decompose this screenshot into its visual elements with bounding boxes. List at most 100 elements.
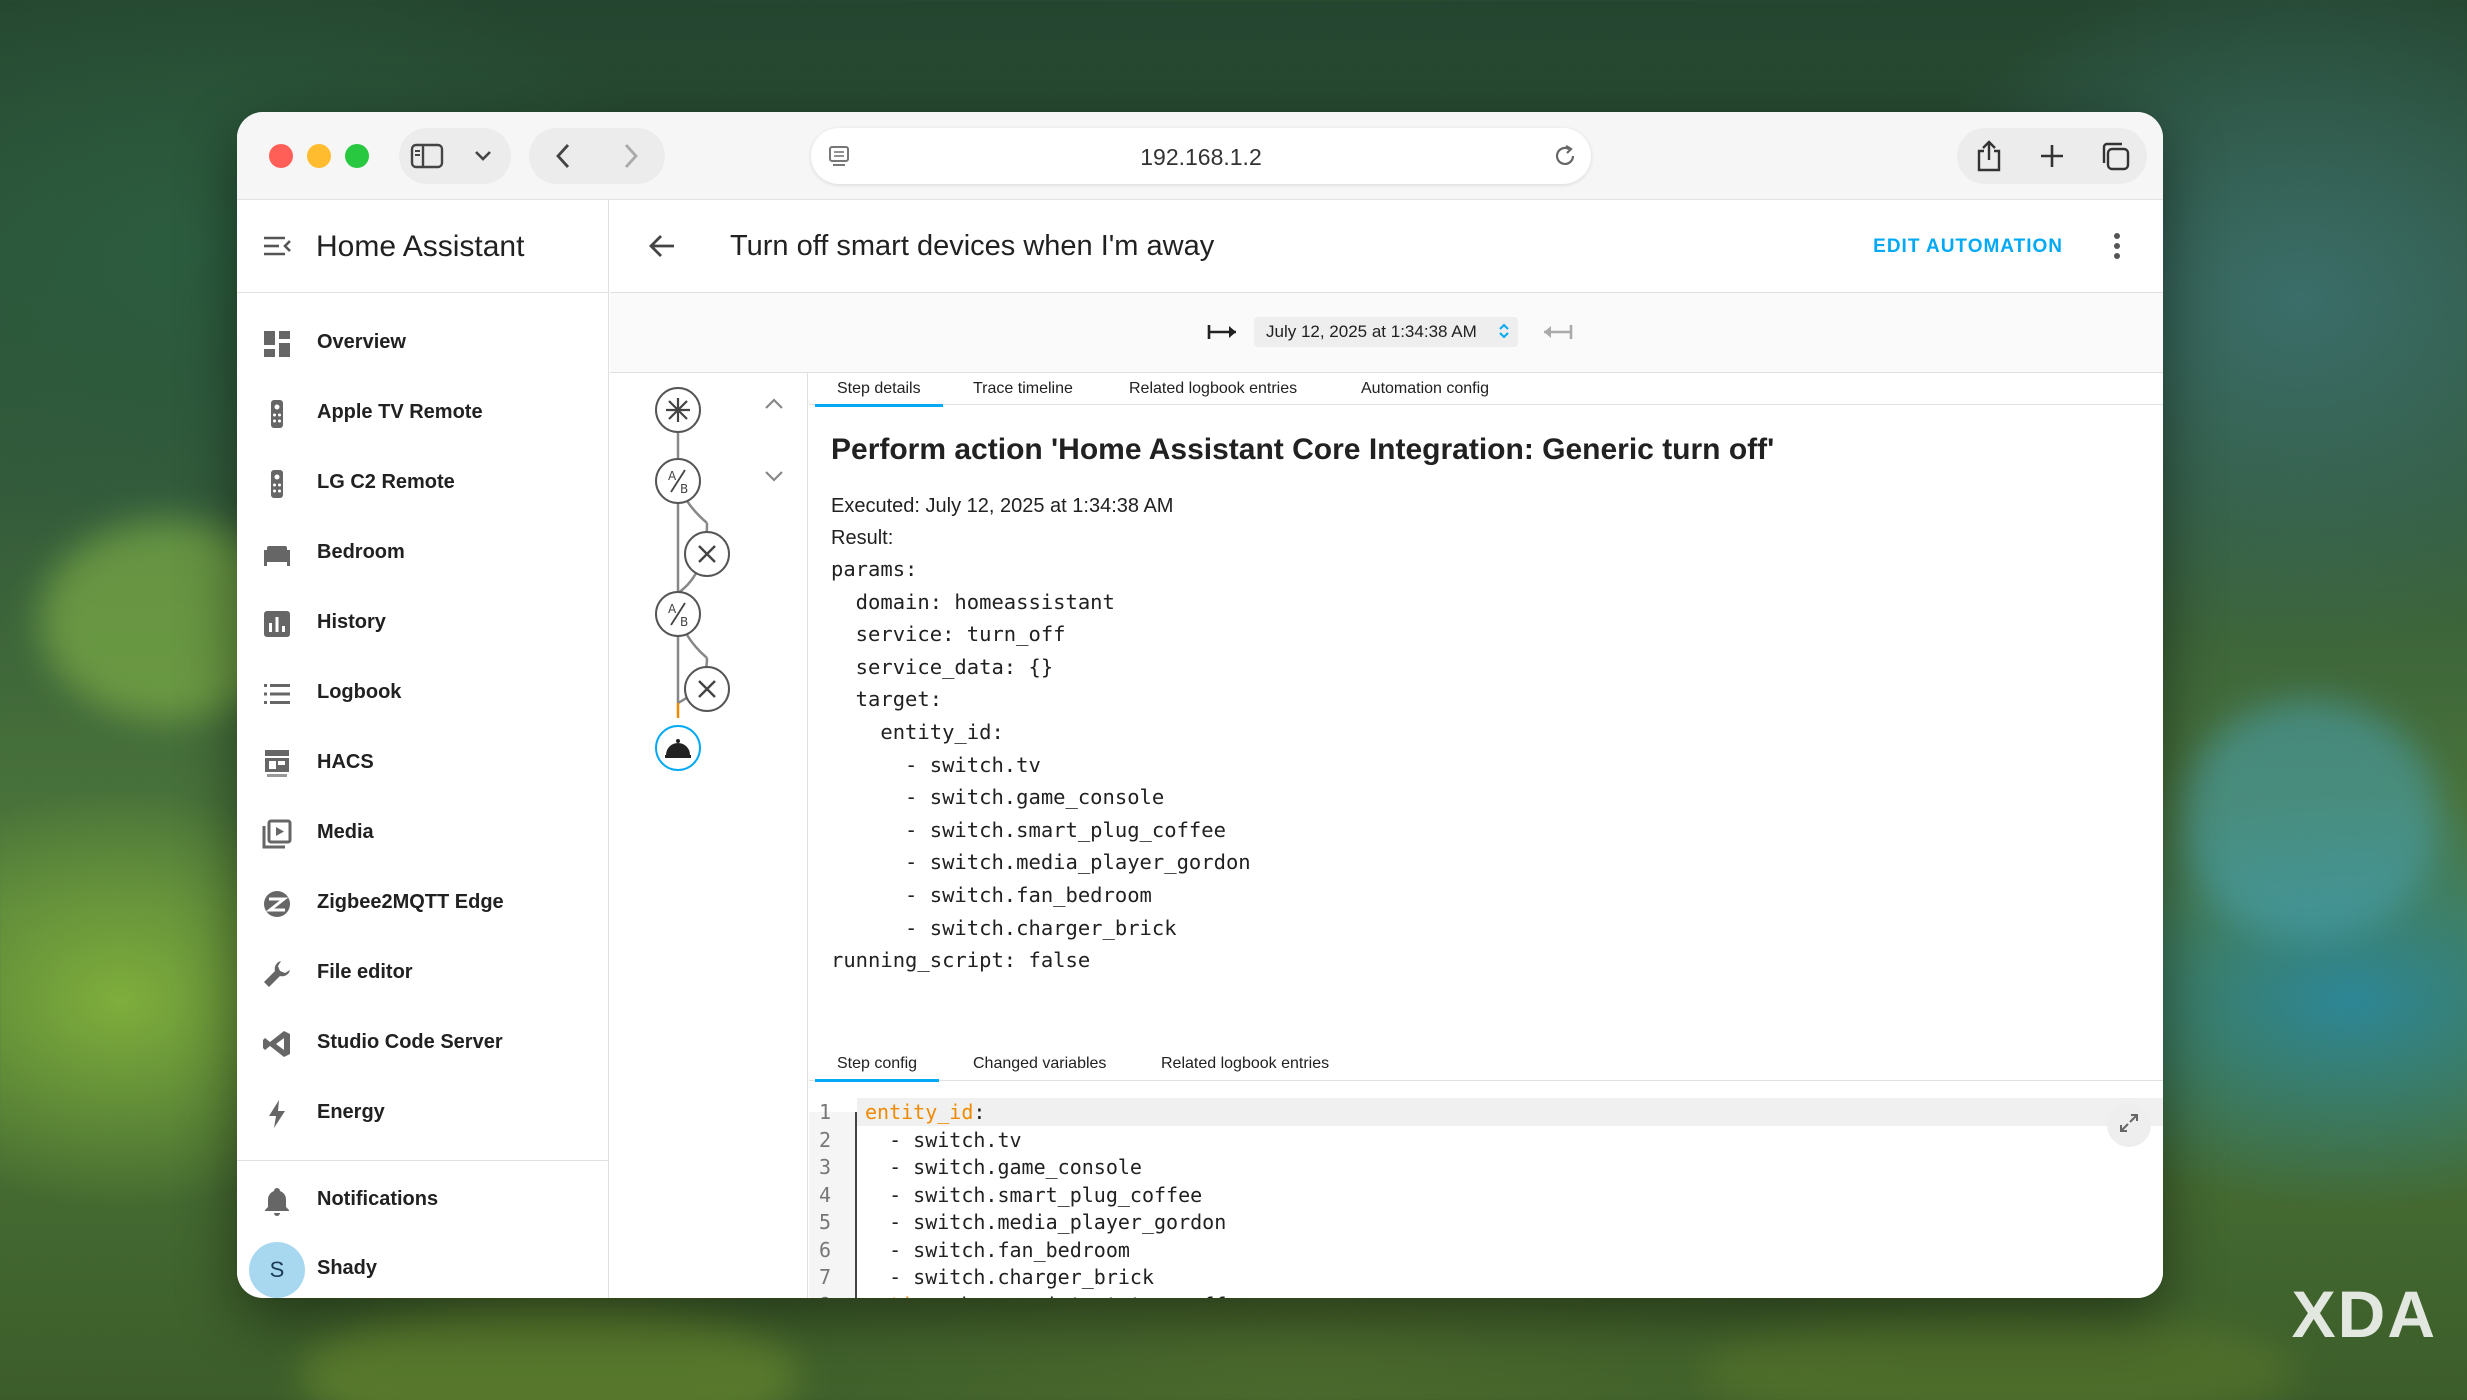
last-trace-icon[interactable] (1540, 321, 1574, 348)
code-text: - switch.charger_brick (865, 1265, 1154, 1289)
expand-editor-button[interactable] (2107, 1103, 2151, 1147)
sidebar-item-energy[interactable]: Energy (237, 1083, 609, 1145)
sidebar-item-label: Apple TV Remote (317, 401, 483, 423)
condition-node-icon[interactable]: AB (655, 591, 701, 637)
minimize-window-button[interactable] (307, 144, 331, 168)
step-config-section: Step config Changed variables Related lo… (809, 1048, 2163, 1298)
sidebar-item-bedroom[interactable]: Bedroom (237, 523, 609, 585)
main-panel: Turn off smart devices when I'm away EDI… (610, 200, 2163, 1298)
tab-trace-timeline[interactable]: Trace timeline (973, 380, 1073, 398)
svg-text:B: B (680, 615, 688, 629)
sidebar-header: Home Assistant (237, 200, 608, 293)
tab-related-logbook[interactable]: Related logbook entries (1129, 380, 1297, 398)
overview-icon (261, 328, 293, 360)
sidebar-item-apple-tv-remote[interactable]: Apple TV Remote (237, 383, 609, 445)
sidebar-item-overview[interactable]: Overview (237, 313, 609, 375)
back-arrow-icon[interactable] (646, 230, 678, 267)
line-number: 3 (819, 1155, 832, 1179)
trace-selector-bar: July 12, 2025 at 1:34:38 AM (610, 293, 2163, 373)
chevron-up-icon[interactable] (764, 397, 784, 416)
first-trace-icon[interactable] (1206, 321, 1240, 348)
tab-related-logbook-entries[interactable]: Related logbook entries (1161, 1055, 1329, 1073)
user-name: Shady (317, 1257, 378, 1279)
sidebar-item-file-editor[interactable]: File editor (237, 943, 609, 1005)
sidebar-item-label: Notifications (317, 1188, 439, 1210)
tab-step-details[interactable]: Step details (815, 380, 943, 407)
share-icon[interactable] (1969, 136, 2009, 176)
code-line: 8 action: homeassistant.turn_off (809, 1291, 2163, 1299)
code-line: 5 - switch.media_player_gordon (809, 1208, 2163, 1236)
menu-collapse-icon[interactable] (261, 230, 293, 267)
stop-node-icon[interactable] (684, 666, 730, 712)
page-title: Turn off smart devices when I'm away (730, 230, 1215, 262)
remote-icon (261, 468, 293, 500)
trace-run-label: July 12, 2025 at 1:34:38 AM (1266, 322, 1477, 341)
expand-icon (2118, 1112, 2140, 1139)
action-node-icon[interactable] (655, 725, 701, 771)
stop-node-icon[interactable] (684, 531, 730, 577)
yaml-key: entity_id (865, 1100, 974, 1124)
chart-icon (261, 608, 293, 640)
browser-actions-group (1957, 128, 2147, 184)
sort-arrows-icon (1498, 322, 1510, 345)
hacs-icon (261, 748, 293, 780)
sidebar-item-notifications[interactable]: Notifications (237, 1170, 609, 1232)
line-number: 8 (819, 1293, 831, 1299)
sidebar-item-lg-c2-remote[interactable]: LG C2 Remote (237, 453, 609, 515)
tab-overview-icon[interactable] (2095, 136, 2135, 176)
sidebar-item-zigbee2mqtt-edge[interactable]: Zigbee2MQTT Edge (237, 873, 609, 935)
result-label: Result: (831, 527, 894, 549)
sidebar-item-hacs[interactable]: HACS (237, 733, 609, 795)
line-number: 4 (819, 1182, 832, 1207)
line-number: 5 (819, 1210, 832, 1234)
code-line: 6 - switch.fan_bedroom (809, 1236, 2163, 1264)
browser-window: 192.168.1.2 Home Assistant Overview Appl… (237, 112, 2163, 1298)
tab-automation-config[interactable]: Automation config (1361, 380, 1489, 398)
lightning-icon (261, 1098, 293, 1130)
step-title: Perform action 'Home Assistant Core Inte… (831, 433, 1775, 466)
tab-changed-variables[interactable]: Changed variables (973, 1055, 1106, 1073)
chevron-down-icon[interactable] (463, 136, 503, 176)
more-options-icon[interactable] (2111, 230, 2123, 267)
sidebar-item-label: Studio Code Server (317, 1031, 503, 1053)
sidebar-item-user[interactable]: S Shady (237, 1239, 609, 1298)
sidebar-divider (237, 1160, 609, 1161)
bell-icon (261, 1185, 293, 1217)
svg-text:B: B (680, 482, 688, 496)
yaml-key: action (865, 1293, 937, 1299)
back-nav-icon[interactable] (543, 136, 583, 176)
sidebar-item-media[interactable]: Media (237, 803, 609, 865)
wrench-icon (261, 958, 293, 990)
nav-buttons-group (529, 128, 665, 184)
address-bar[interactable]: 192.168.1.2 (811, 128, 1591, 184)
bed-icon (261, 538, 293, 570)
new-tab-icon[interactable] (2032, 136, 2072, 176)
code-line: 7 - switch.charger_brick (809, 1263, 2163, 1291)
sidebar-item-logbook[interactable]: Logbook (237, 663, 609, 725)
maximize-window-button[interactable] (345, 144, 369, 168)
trigger-node-icon[interactable] (655, 387, 701, 433)
condition-node-icon[interactable]: AB (655, 458, 701, 504)
edit-automation-button[interactable]: EDIT AUTOMATION (1873, 236, 2063, 258)
code-text: - switch.media_player_gordon (865, 1210, 1227, 1234)
sidebar-item-history[interactable]: History (237, 593, 609, 655)
trace-graph: AB AB (610, 373, 808, 1298)
details-tabs: Step details Trace timeline Related logb… (809, 373, 2163, 407)
reload-icon[interactable] (1551, 142, 1579, 175)
app-title: Home Assistant (316, 230, 525, 263)
sidebar-item-label: Overview (317, 331, 406, 353)
executed-timestamp: Executed: July 12, 2025 at 1:34:38 AM (831, 495, 1174, 517)
chevron-down-icon[interactable] (764, 469, 784, 488)
sidebar-item-studio-code-server[interactable]: Studio Code Server (237, 1013, 609, 1075)
forward-nav-icon[interactable] (611, 136, 651, 176)
close-window-button[interactable] (269, 144, 293, 168)
svg-text:A: A (668, 602, 677, 616)
tab-step-config[interactable]: Step config (814, 1055, 940, 1082)
code-editor[interactable]: 1 entity_id: 2 - switch.tv 3 - switch.game_… (809, 1098, 2163, 1298)
sidebar-item-label: Media (317, 821, 374, 843)
page-toolbar: Turn off smart devices when I'm away EDI… (610, 200, 2163, 293)
zigbee-icon (261, 888, 293, 920)
trace-run-select[interactable]: July 12, 2025 at 1:34:38 AM (1254, 317, 1518, 347)
sidebar-toggle-icon[interactable] (407, 136, 447, 176)
sidebar-item-label: Zigbee2MQTT Edge (317, 891, 504, 913)
